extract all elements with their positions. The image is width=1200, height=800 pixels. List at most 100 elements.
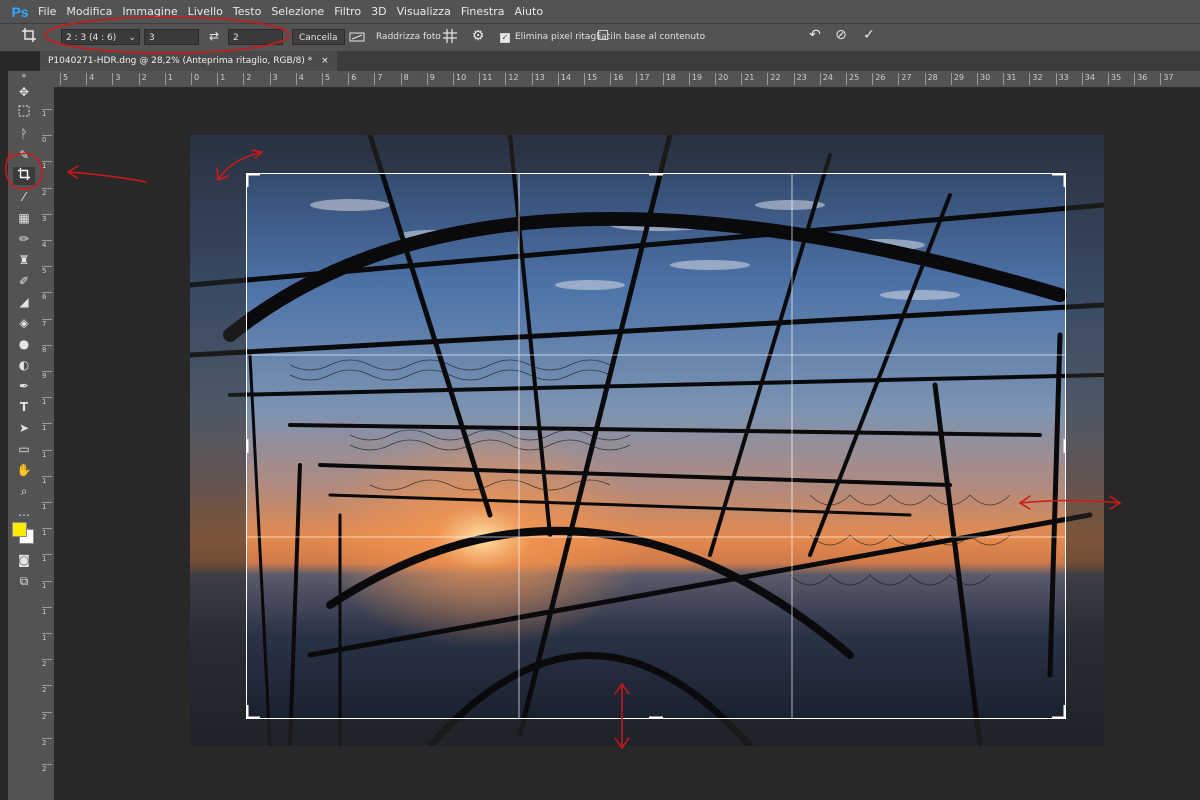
ruler-top-tick: 29 bbox=[950, 73, 964, 85]
straighten-icon[interactable] bbox=[349, 30, 365, 46]
ruler-left-tick: 6 bbox=[42, 292, 52, 302]
eyedropper-tool-icon[interactable]: ⁄ bbox=[13, 188, 35, 206]
menu-immagine[interactable]: Immagine bbox=[122, 5, 177, 18]
reset-icon[interactable]: ↶ bbox=[806, 27, 824, 43]
ratio-preset-value: 2 : 3 (4 : 6) bbox=[66, 33, 117, 43]
crop-shield-left bbox=[190, 173, 246, 719]
ruler-top-tick: 7 bbox=[374, 73, 382, 85]
menu-finestra[interactable]: Finestra bbox=[461, 5, 505, 18]
ruler-left: 1 0 1 2 3 4 5 6 7 8 9 1 1 1 1 1 1 1 1 1 1 2 2 2 2 2 bbox=[40, 87, 55, 800]
ruler-top-tick: 10 bbox=[453, 73, 466, 85]
stamp-tool-icon[interactable]: ♜ bbox=[13, 251, 35, 269]
ruler-left-tick: 8 bbox=[42, 344, 52, 355]
ruler-top-tick: 21 bbox=[741, 73, 754, 85]
ruler-top-tick: 8 bbox=[400, 73, 409, 85]
ratio-width-input[interactable]: 3 bbox=[144, 29, 199, 45]
cancel-icon[interactable]: ⊘ bbox=[832, 27, 850, 43]
document-image[interactable] bbox=[190, 135, 1104, 746]
ruler-top-tick: 3 bbox=[269, 73, 278, 85]
ruler-left-tick: 2 bbox=[42, 659, 52, 669]
document-tab[interactable]: P1040271-HDR.dng @ 28,2% (Anteprima rita… bbox=[40, 51, 337, 71]
rectangle-tool-icon[interactable]: ▭ bbox=[13, 440, 35, 458]
quick-mask-icon[interactable]: ◙ bbox=[13, 551, 35, 569]
blur-tool-icon[interactable]: ● bbox=[13, 335, 35, 353]
healing-tool-icon[interactable]: ▦ bbox=[13, 209, 35, 227]
type-tool-icon[interactable]: T bbox=[13, 398, 35, 416]
ruler-top-tick: 6 bbox=[348, 73, 356, 85]
close-icon[interactable]: × bbox=[321, 56, 329, 66]
ruler-left-tick: 2 bbox=[42, 187, 52, 198]
dodge-tool-icon[interactable]: ◐ bbox=[13, 356, 35, 374]
options-bar: 2 : 3 (4 : 6) ⌄ 3 ⇄ 2 Cancella Raddrizza… bbox=[0, 23, 1200, 52]
ruler-top-tick: 4 bbox=[86, 73, 94, 85]
swap-arrows-icon[interactable]: ⇄ bbox=[205, 29, 223, 43]
pen-tool-icon[interactable]: ✒ bbox=[13, 377, 35, 395]
ruler-top-tick: 19 bbox=[688, 73, 702, 85]
ruler-left-tick: 3 bbox=[42, 213, 52, 224]
ruler-left-tick: 2 bbox=[42, 685, 52, 695]
crop-shield-right bbox=[1066, 173, 1104, 719]
ruler-left-tick: 4 bbox=[42, 240, 52, 250]
collapse-icon[interactable]: » bbox=[13, 72, 35, 80]
foreground-color-swatch[interactable] bbox=[12, 522, 27, 537]
crop-icon[interactable] bbox=[18, 27, 40, 47]
ruler-top-tick: 12 bbox=[505, 73, 519, 85]
ruler-left-tick: 1 bbox=[42, 528, 52, 538]
crop-tool-icon[interactable] bbox=[13, 167, 35, 185]
ruler-left-tick: 5 bbox=[42, 266, 52, 276]
menu-selezione[interactable]: Selezione bbox=[271, 5, 324, 18]
content-aware-checkbox[interactable]: In base al contenuto bbox=[598, 29, 705, 45]
crop-box[interactable] bbox=[246, 173, 1066, 719]
cancel-button[interactable]: Cancella bbox=[292, 29, 345, 45]
ratio-height-input[interactable]: 2 bbox=[228, 29, 283, 45]
chevron-down-icon: ⌄ bbox=[128, 33, 136, 43]
ruler-top-tick: 5 bbox=[322, 73, 330, 85]
menu-bar: Ps File Modifica Immagine Livello Testo … bbox=[0, 0, 1200, 23]
straighten-label[interactable]: Raddrizza foto bbox=[376, 29, 441, 45]
gear-icon[interactable]: ⚙ bbox=[470, 28, 486, 44]
ruler-top-tick: 3 bbox=[112, 73, 120, 85]
marquee-tool-icon[interactable] bbox=[13, 104, 35, 122]
ruler-top-tick: 24 bbox=[819, 73, 833, 85]
brush-tool-icon[interactable]: ✏ bbox=[13, 230, 35, 248]
ruler-left-tick: 2 bbox=[42, 764, 52, 774]
tools-panel: » ✥ ᚹ ✎ ⁄ ▦ ✏ ♜ ✐ ◢ ◈ ● ◐ ✒ T ➤ ▭ ✋ ⌕ … … bbox=[8, 71, 40, 800]
menu-filtro[interactable]: Filtro bbox=[334, 5, 361, 18]
menu-aiuto[interactable]: Aiuto bbox=[514, 5, 543, 18]
ruler-top-tick: 2 bbox=[138, 73, 147, 85]
menu-file[interactable]: File bbox=[38, 5, 56, 18]
ruler-top-tick: 15 bbox=[584, 73, 597, 85]
ratio-preset-select[interactable]: 2 : 3 (4 : 6) ⌄ bbox=[61, 29, 140, 45]
check-icon[interactable]: ✓ bbox=[860, 27, 878, 43]
more-tools-icon[interactable]: … bbox=[13, 503, 35, 521]
move-tool-icon[interactable]: ✥ bbox=[13, 83, 35, 101]
grid-icon[interactable] bbox=[441, 28, 459, 48]
history-brush-tool-icon[interactable]: ✐ bbox=[13, 272, 35, 290]
ruler-top-tick: 5 bbox=[60, 73, 68, 85]
ruler-top-tick: 32 bbox=[1029, 73, 1043, 85]
menu-modifica[interactable]: Modifica bbox=[66, 5, 112, 18]
menu-livello[interactable]: Livello bbox=[188, 5, 223, 18]
delete-pixels-checkbox[interactable]: ✓ Elimina pixel ritagliati bbox=[500, 29, 613, 45]
ruler-top-tick: 28 bbox=[924, 73, 938, 85]
quick-selection-tool-icon[interactable]: ✎ bbox=[13, 146, 35, 164]
eraser-tool-icon[interactable]: ◢ bbox=[13, 293, 35, 311]
hand-tool-icon[interactable]: ✋ bbox=[13, 461, 35, 479]
ruler-top-tick: 33 bbox=[1055, 73, 1069, 85]
paint-bucket-tool-icon[interactable]: ◈ bbox=[13, 314, 35, 332]
ruler-left-tick: 1 bbox=[42, 633, 52, 643]
ruler-top-tick: 2 bbox=[243, 73, 251, 85]
ruler-top-tick: 11 bbox=[479, 73, 492, 85]
menu-visualizza[interactable]: Visualizza bbox=[397, 5, 451, 18]
menu-3d[interactable]: 3D bbox=[371, 5, 386, 18]
path-selection-tool-icon[interactable]: ➤ bbox=[13, 419, 35, 437]
screen-mode-icon[interactable]: ⧉ bbox=[13, 572, 35, 590]
ruler-top-tick: 14 bbox=[557, 73, 571, 85]
ruler-top-tick: 30 bbox=[977, 73, 990, 85]
zoom-tool-icon[interactable]: ⌕ bbox=[13, 482, 35, 500]
ruler-top-tick: 36 bbox=[1134, 73, 1147, 85]
lasso-tool-icon[interactable]: ᚹ bbox=[13, 125, 35, 143]
menu-testo[interactable]: Testo bbox=[233, 5, 261, 18]
ruler-left-tick: 1 bbox=[42, 606, 52, 617]
ruler-left-tick: 1 bbox=[42, 554, 52, 564]
